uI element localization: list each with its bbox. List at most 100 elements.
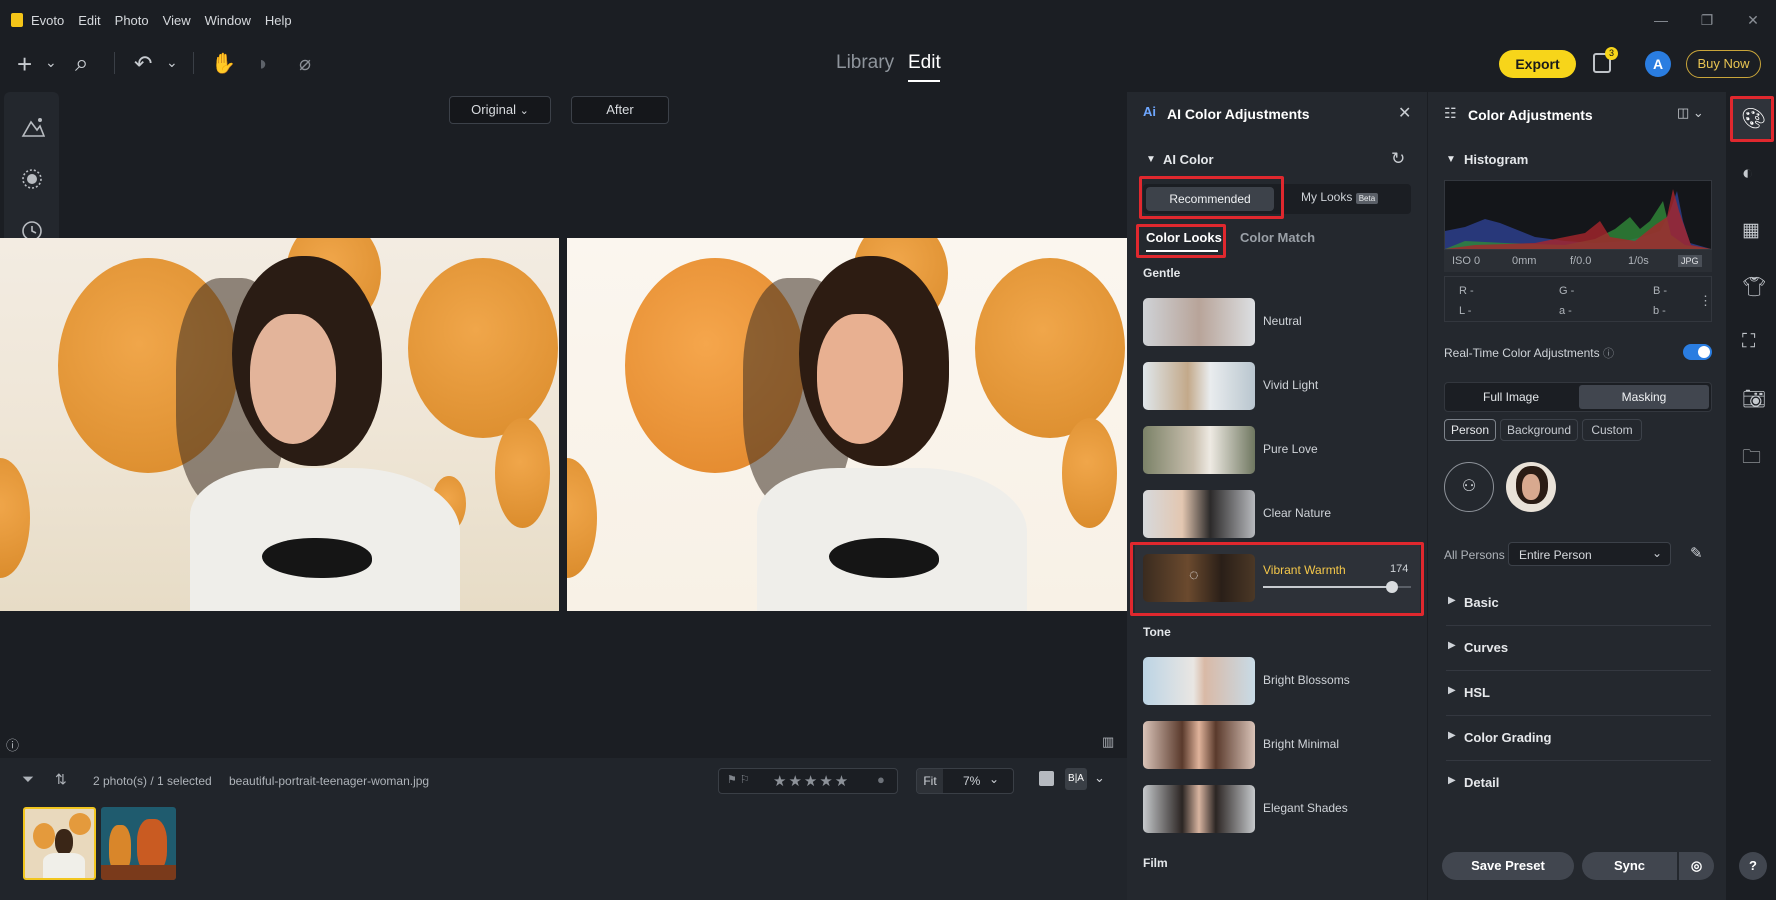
tab-my-looks[interactable]: My Looks Beta: [1301, 190, 1379, 204]
look-vivid-light[interactable]: Vivid Light: [1143, 362, 1413, 410]
search-icon[interactable]: ⌕: [75, 40, 88, 88]
chevron-down-icon[interactable]: ⌄: [1094, 770, 1105, 786]
sync-button[interactable]: Sync: [1582, 852, 1677, 880]
look-thumbnail: [1143, 785, 1255, 833]
beta-badge: Beta: [1355, 193, 1379, 204]
mask-icon[interactable]: [21, 168, 43, 190]
zoom-level[interactable]: 7%: [963, 774, 980, 788]
after-button[interactable]: After: [571, 96, 669, 124]
split-view-icon[interactable]: ▥: [1102, 734, 1114, 750]
mask-background-chip[interactable]: Background: [1500, 419, 1578, 441]
look-name: Pure Love: [1263, 442, 1318, 456]
chevron-down-icon[interactable]: ⌄: [989, 772, 999, 786]
person-select-value: Entire Person: [1519, 548, 1592, 562]
look-pure-love[interactable]: Pure Love: [1143, 426, 1413, 474]
look-bright-blossoms[interactable]: Bright Blossoms: [1143, 657, 1413, 705]
reset-icon[interactable]: ↻: [1391, 149, 1405, 169]
add-icon[interactable]: +: [17, 40, 32, 88]
minimize-button[interactable]: —: [1638, 12, 1684, 28]
look-bright-minimal[interactable]: Bright Minimal: [1143, 721, 1413, 769]
save-preset-button[interactable]: Save Preset: [1442, 852, 1574, 880]
hand-tool-icon[interactable]: ✋: [211, 40, 236, 88]
section-hsl[interactable]: ▶ HSL: [1446, 671, 1711, 716]
section-basic[interactable]: ▶ Basic: [1446, 581, 1711, 626]
section-curves[interactable]: ▶ Curves: [1446, 626, 1711, 671]
sync-settings-icon[interactable]: ◎: [1679, 852, 1714, 880]
before-after-view-icon[interactable]: B|A: [1065, 768, 1087, 790]
face-retouch-icon[interactable]: ◐: [1742, 163, 1753, 185]
undo-chevron-icon[interactable]: ⌄: [166, 38, 178, 86]
flag-icon[interactable]: ⚑ ⚐: [727, 773, 750, 786]
export-button[interactable]: Export: [1499, 50, 1576, 78]
toolbar-divider: [114, 52, 115, 74]
help-circle-icon[interactable]: ⓘ: [1603, 345, 1614, 361]
avatar[interactable]: A: [1645, 51, 1671, 77]
tab-library[interactable]: Library: [836, 52, 894, 74]
tab-edit[interactable]: Edit: [908, 52, 941, 74]
section-color-grading[interactable]: ▶ Color Grading: [1446, 716, 1711, 761]
menu-window[interactable]: Window: [205, 13, 251, 28]
camera-icon[interactable]: 📷︎: [1742, 387, 1766, 411]
section-detail[interactable]: ▶ Detail: [1446, 761, 1711, 806]
thumbnail[interactable]: [101, 807, 176, 880]
tab-color-match[interactable]: Color Match: [1240, 230, 1315, 245]
buy-now-button[interactable]: Buy Now: [1686, 50, 1761, 78]
look-name: Vivid Light: [1263, 378, 1319, 392]
look-elegant-shades[interactable]: Elegant Shades: [1143, 785, 1413, 833]
person-select[interactable]: Entire Person ⌄: [1508, 542, 1671, 566]
patch-tool-icon[interactable]: ⌀: [299, 40, 311, 88]
folder-settings-icon[interactable]: 🗀: [1742, 443, 1761, 475]
color-label-icon[interactable]: ●: [877, 772, 885, 787]
sort-icon[interactable]: ⇅: [55, 771, 67, 788]
star-rating[interactable]: ★★★★★: [773, 772, 850, 790]
histogram-title: Histogram: [1464, 152, 1529, 167]
look-clear-nature[interactable]: Clear Nature: [1143, 490, 1413, 538]
adjust-icon[interactable]: [21, 116, 45, 138]
undo-icon[interactable]: ↶: [134, 40, 152, 88]
realtime-label: Real-Time Color Adjustments: [1444, 346, 1600, 360]
filter-icon[interactable]: ⏷: [22, 771, 34, 788]
crop-icon[interactable]: ⛶: [1742, 331, 1755, 353]
background-icon[interactable]: ▦: [1742, 219, 1760, 242]
panel-layout-icon[interactable]: ◫ ⌄: [1677, 105, 1704, 121]
info-icon[interactable]: ⓘ: [6, 735, 19, 754]
close-icon[interactable]: ✕: [1398, 103, 1411, 123]
restore-button[interactable]: ❐: [1684, 12, 1730, 29]
menu-view[interactable]: View: [163, 13, 191, 28]
exif-aperture: f/0.0: [1570, 255, 1592, 267]
collapse-triangle-icon[interactable]: ▼: [1446, 154, 1456, 165]
close-window-button[interactable]: ✕: [1730, 12, 1776, 29]
tab-full-image[interactable]: Full Image: [1446, 385, 1576, 409]
edit-mask-icon[interactable]: ✎: [1690, 544, 1703, 562]
look-neutral[interactable]: Neutral: [1143, 298, 1413, 346]
tab-masking[interactable]: Masking: [1579, 385, 1709, 409]
look-thumbnail: [1143, 721, 1255, 769]
single-view-icon[interactable]: [1039, 771, 1054, 786]
compare-divider[interactable]: [559, 238, 567, 611]
mask-custom-chip[interactable]: Custom: [1582, 419, 1642, 441]
readout-a: a -: [1559, 305, 1572, 317]
add-chevron-icon[interactable]: ⌄: [45, 38, 57, 86]
look-name: Bright Blossoms: [1263, 673, 1350, 687]
heal-tool-icon[interactable]: ◗: [257, 40, 269, 88]
chevron-down-icon: ⌄: [519, 105, 529, 117]
format-badge: JPG: [1678, 255, 1702, 267]
fit-button[interactable]: Fit: [917, 769, 943, 793]
color-readout: R - G - B - L - a - b - ⋮: [1444, 276, 1712, 322]
realtime-toggle[interactable]: [1683, 344, 1712, 360]
mask-person-chip[interactable]: Person: [1444, 419, 1496, 441]
menu-help[interactable]: Help: [265, 13, 292, 28]
section-label: HSL: [1464, 685, 1490, 700]
more-options-icon[interactable]: ⋮: [1699, 293, 1712, 309]
exif-focal: 0mm: [1512, 255, 1537, 267]
thumbnail-selected[interactable]: [23, 807, 96, 880]
clothing-icon[interactable]: 👕︎: [1742, 275, 1766, 299]
help-button[interactable]: ?: [1739, 852, 1767, 880]
menu-photo[interactable]: Photo: [115, 13, 149, 28]
menu-edit[interactable]: Edit: [78, 13, 100, 28]
original-dropdown[interactable]: Original ⌄: [449, 96, 551, 124]
person-avatar[interactable]: [1506, 462, 1556, 512]
collapse-triangle-icon[interactable]: ▼: [1146, 154, 1156, 165]
all-persons-icon[interactable]: ⚇: [1444, 462, 1494, 512]
photo-count: 2 photo(s) / 1 selected: [93, 774, 212, 788]
